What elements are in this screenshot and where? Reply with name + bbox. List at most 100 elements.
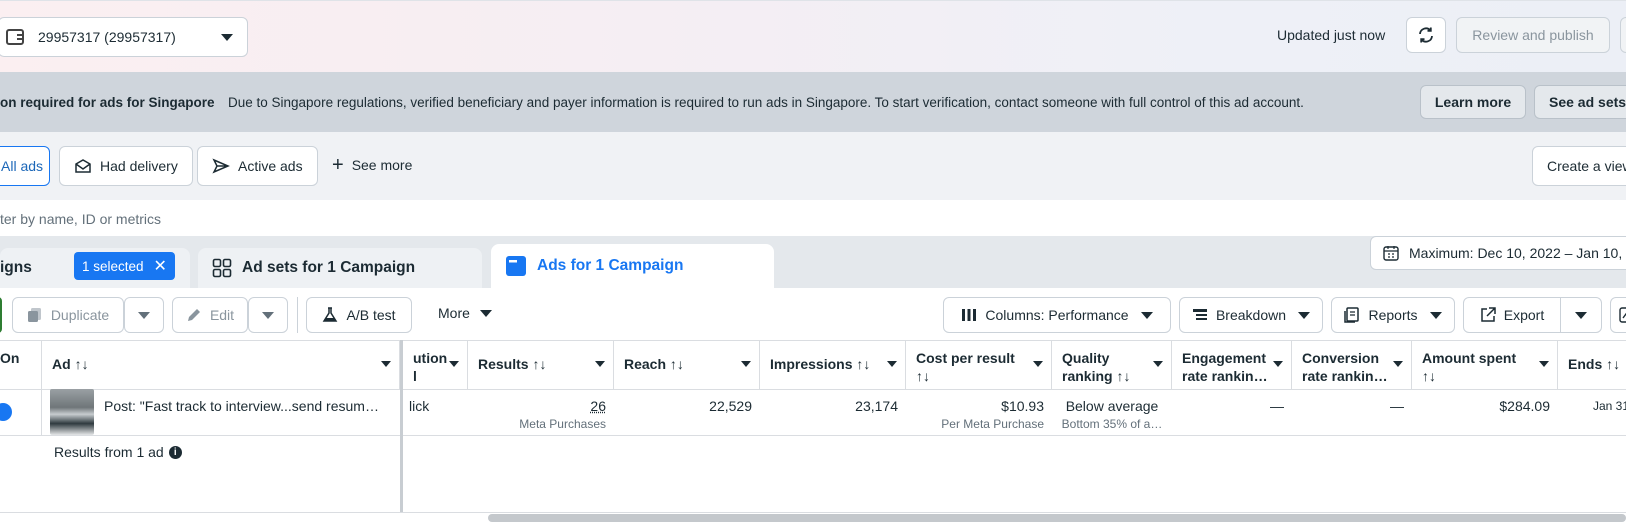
search-input[interactable]: ter by name, ID or metrics [0, 211, 161, 227]
calendar-icon [1383, 245, 1399, 261]
column-header-results[interactable]: Results ↑↓ [468, 341, 614, 389]
chevron-down-icon[interactable] [1539, 361, 1549, 367]
ads-icon [505, 255, 527, 277]
send-icon [212, 158, 230, 174]
chevron-down-icon[interactable] [381, 361, 391, 367]
column-header-cost-per-result[interactable]: Cost per result ↑↓ [906, 341, 1052, 389]
reach-cell: 22,529 [614, 390, 760, 435]
duplicate-dropdown[interactable] [124, 297, 164, 333]
export-dropdown[interactable] [1560, 297, 1602, 333]
sort-icon[interactable]: ↑↓ [75, 356, 89, 372]
filter-active-ads-label: Active ads [238, 158, 303, 174]
chart-icon [1619, 307, 1626, 323]
table-row[interactable]: Post: "Fast track to interview...send re… [0, 390, 1626, 436]
quality-detail: Bottom 35% of a… [1052, 417, 1172, 431]
column-header-ad[interactable]: Ad ↑↓ [42, 341, 400, 389]
chevron-down-icon[interactable] [449, 361, 459, 367]
edit-label: Edit [210, 307, 234, 323]
plus-icon: + [332, 158, 344, 172]
chevron-down-icon[interactable] [1033, 361, 1043, 367]
create-button-edge[interactable] [0, 297, 2, 333]
horizontal-scrollbar[interactable] [488, 514, 1626, 522]
sort-icon[interactable]: ↑↓ [856, 356, 870, 372]
chevron-down-icon[interactable] [595, 361, 605, 367]
learn-more-button[interactable]: Learn more [1420, 85, 1526, 119]
see-more-button[interactable]: + See more [332, 157, 412, 173]
engagement-cell: — [1172, 390, 1292, 435]
sort-icon[interactable]: ↑↓ [1422, 368, 1436, 384]
date-range-picker[interactable]: Maximum: Dec 10, 2022 – Jan 10, 2 [1370, 236, 1626, 270]
reports-button[interactable]: Reports [1331, 297, 1455, 333]
column-header-quality-ranking[interactable]: Quality ranking ↑↓ [1052, 341, 1172, 389]
duplicate-button[interactable]: Duplicate [12, 297, 124, 333]
create-view-button[interactable]: Create a view [1532, 146, 1626, 186]
column-header-conversion-label-2: rate rankin… [1302, 368, 1388, 384]
reports-label: Reports [1368, 307, 1417, 323]
column-header-impressions[interactable]: Impressions ↑↓ [760, 341, 906, 389]
chevron-down-icon [1575, 312, 1587, 319]
tab-ad-sets-label: Ad sets for 1 Campaign [242, 259, 415, 277]
results-value[interactable]: 26 [590, 398, 606, 414]
tab-ad-sets[interactable]: Ad sets for 1 Campaign [198, 248, 482, 288]
chevron-down-icon[interactable] [887, 361, 897, 367]
chevron-down-icon[interactable] [1153, 361, 1163, 367]
ad-thumbnail [50, 389, 94, 435]
selected-badge[interactable]: 1 selected ✕ [74, 252, 175, 280]
attribution-cell: lick [403, 390, 468, 435]
refresh-button[interactable] [1406, 17, 1446, 53]
tab-ads[interactable]: Ads for 1 Campaign [491, 244, 774, 288]
column-header-on-label: On [0, 350, 19, 366]
chevron-down-icon [1298, 312, 1310, 319]
column-header-engagement-ranking[interactable]: Engagement rate rankin… [1172, 341, 1292, 389]
delivery-toggle[interactable] [0, 403, 12, 421]
review-and-publish-button[interactable]: Review and publish [1456, 17, 1610, 53]
info-icon[interactable]: i [169, 446, 182, 459]
column-header-reach[interactable]: Reach ↑↓ [614, 341, 760, 389]
edit-dropdown[interactable] [248, 297, 288, 333]
results-summary-row: Results from 1 ad i [0, 436, 1626, 512]
table-header: On Ad ↑↓ ution l Results ↑↓ Reach ↑↓ Imp… [0, 340, 1626, 390]
engagement-value: — [1270, 398, 1284, 414]
more-label: More [438, 305, 470, 321]
filter-active-ads[interactable]: Active ads [197, 146, 318, 186]
see-ad-sets-button[interactable]: See ad sets [1534, 85, 1626, 119]
attribution-value: lick [409, 398, 429, 414]
chevron-down-icon[interactable] [741, 361, 751, 367]
search-filter-bar[interactable]: ter by name, ID or metrics [0, 200, 1626, 236]
breakdown-button[interactable]: Breakdown [1179, 297, 1323, 333]
close-icon[interactable]: ✕ [154, 256, 167, 276]
ab-test-button[interactable]: A/B test [306, 297, 412, 333]
publish-dropdown-button[interactable] [1620, 17, 1626, 53]
column-header-amount-spent[interactable]: Amount spent ↑↓ [1412, 341, 1558, 389]
sort-icon[interactable]: ↑↓ [532, 356, 546, 372]
filter-had-delivery[interactable]: Had delivery [59, 146, 193, 186]
account-selector[interactable]: 29957317 (29957317) [0, 17, 248, 57]
column-header-on[interactable]: On [0, 341, 42, 389]
more-button[interactable]: More [438, 305, 492, 321]
chevron-down-icon[interactable] [1273, 361, 1283, 367]
filter-all-ads[interactable]: All ads [0, 146, 50, 186]
amount-value: $284.09 [1499, 398, 1550, 414]
selected-badge-label: 1 selected [82, 259, 144, 274]
toggle-cell [0, 390, 42, 435]
chevron-down-icon [221, 34, 233, 41]
edit-button[interactable]: Edit [172, 297, 248, 333]
date-range-label: Maximum: Dec 10, 2022 – Jan 10, 2 [1409, 245, 1626, 261]
chevron-down-icon [262, 312, 274, 319]
ad-name-link[interactable]: Post: "Fast track to interview...send re… [104, 398, 379, 414]
export-label: Export [1504, 307, 1544, 323]
charts-button[interactable] [1610, 297, 1626, 333]
export-button[interactable]: Export [1463, 297, 1561, 333]
sort-icon[interactable]: ↑↓ [1116, 368, 1130, 384]
sort-icon[interactable]: ↑↓ [670, 356, 684, 372]
frozen-column-divider [400, 340, 403, 512]
column-header-conversion-ranking[interactable]: Conversion rate rankin… [1292, 341, 1412, 389]
sort-icon[interactable]: ↑↓ [916, 368, 930, 384]
chevron-down-icon[interactable] [1393, 361, 1403, 367]
column-header-ends[interactable]: Ends ↑↓ [1558, 341, 1626, 389]
sort-icon[interactable]: ↑↓ [1606, 356, 1620, 372]
conversion-value: — [1390, 398, 1404, 414]
columns-button[interactable]: Columns: Performance [943, 297, 1171, 333]
envelope-icon [74, 158, 92, 174]
column-header-attribution[interactable]: ution l [403, 341, 468, 389]
